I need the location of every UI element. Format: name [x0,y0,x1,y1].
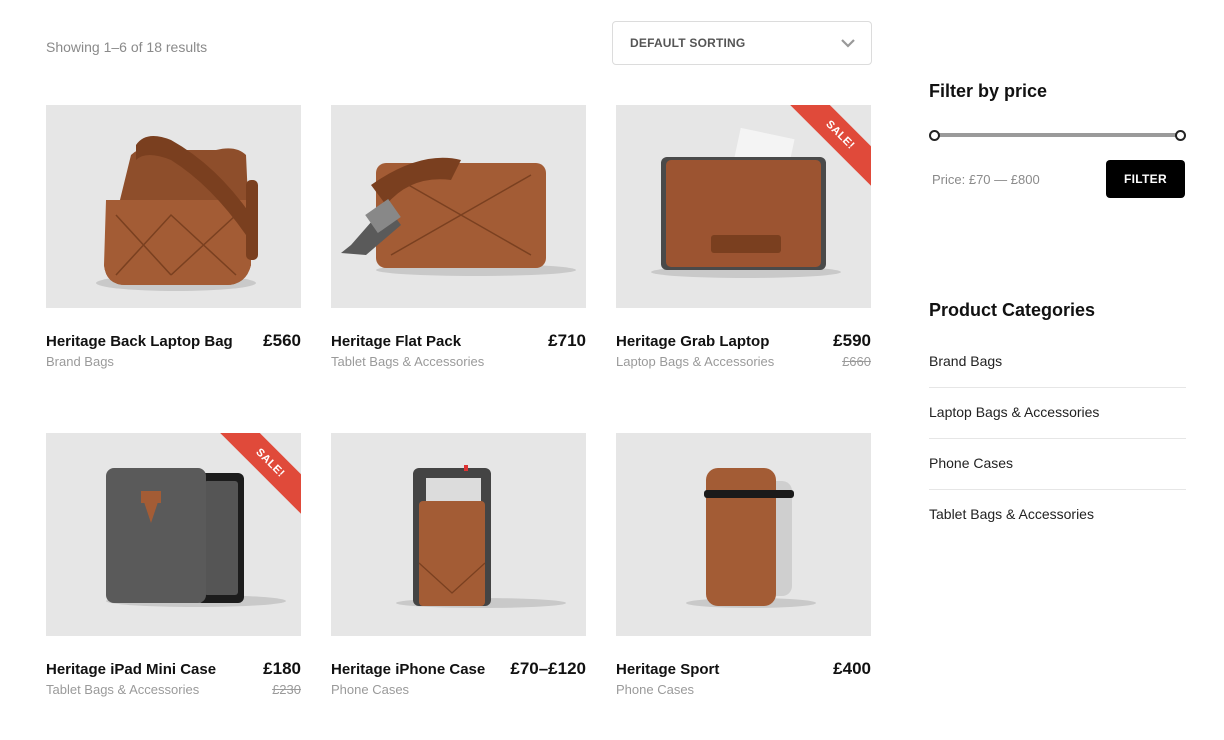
slider-handle-min[interactable] [929,130,940,141]
category-link-laptop-bags[interactable]: Laptop Bags & Accessories [929,388,1186,439]
filter-price-title: Filter by price [929,81,1048,101]
category-link-phone-cases[interactable]: Phone Cases [929,439,1186,490]
product-image[interactable]: SALE! [46,433,301,636]
product-image[interactable] [331,105,586,308]
product-category[interactable]: Phone Cases [616,682,694,697]
product-price: £400 [833,659,871,678]
product-image[interactable] [616,433,871,636]
product-category[interactable]: Tablet Bags & Accessories [331,354,484,369]
product-title[interactable]: Heritage iPad Mini Case [46,661,216,678]
product-image[interactable] [46,105,301,308]
product-price: £560 [263,331,301,350]
filter-button[interactable]: FILTER [1106,160,1185,198]
product-image[interactable] [331,433,586,636]
product-category[interactable]: Phone Cases [331,682,409,697]
chevron-down-icon [841,39,855,48]
price-range-slider[interactable] [929,130,1186,141]
product-title[interactable]: Heritage Back Laptop Bag [46,333,233,350]
product-old-price: £230 [272,682,301,697]
category-list: Brand Bags Laptop Bags & Accessories Pho… [929,337,1186,541]
product-image[interactable]: SALE! [616,105,871,308]
product-card[interactable]: Heritage iPhone Case Phone Cases £70–£12… [331,433,586,711]
category-link-tablet-bags[interactable]: Tablet Bags & Accessories [929,490,1186,541]
slider-handle-max[interactable] [1175,130,1186,141]
product-title[interactable]: Heritage Grab Laptop [616,333,769,350]
product-title[interactable]: Heritage Flat Pack [331,333,461,350]
slider-track [934,133,1181,137]
product-category[interactable]: Tablet Bags & Accessories [46,682,199,697]
product-card[interactable]: SALE! Heritage iPad Mini Case Tablet Bag… [46,433,301,711]
sorting-selected: DEFAULT SORTING [630,36,746,50]
product-card[interactable]: Heritage Flat Pack Tablet Bags & Accesso… [331,105,586,383]
product-price: £590 [833,331,871,350]
product-price: £180 [263,659,301,678]
product-old-price: £660 [842,354,871,369]
result-count: Showing 1–6 of 18 results [46,39,208,55]
product-card[interactable]: Heritage Back Laptop Bag Brand Bags £560 [46,105,301,383]
product-card[interactable]: SALE! Heritage Grab Laptop Laptop Bags &… [616,105,871,383]
sorting-dropdown[interactable]: DEFAULT SORTING [612,21,872,65]
product-category[interactable]: Brand Bags [46,354,114,369]
product-title[interactable]: Heritage Sport [616,661,719,678]
product-price: £710 [548,331,586,350]
product-price: £70–£120 [510,659,586,678]
product-card[interactable]: Heritage Sport Phone Cases £400 [616,433,871,711]
product-category[interactable]: Laptop Bags & Accessories [616,354,774,369]
category-link-brand-bags[interactable]: Brand Bags [929,337,1186,388]
categories-title: Product Categories [929,300,1096,320]
price-range-label: Price: £70 — £800 [932,172,1040,187]
product-title[interactable]: Heritage iPhone Case [331,661,485,678]
